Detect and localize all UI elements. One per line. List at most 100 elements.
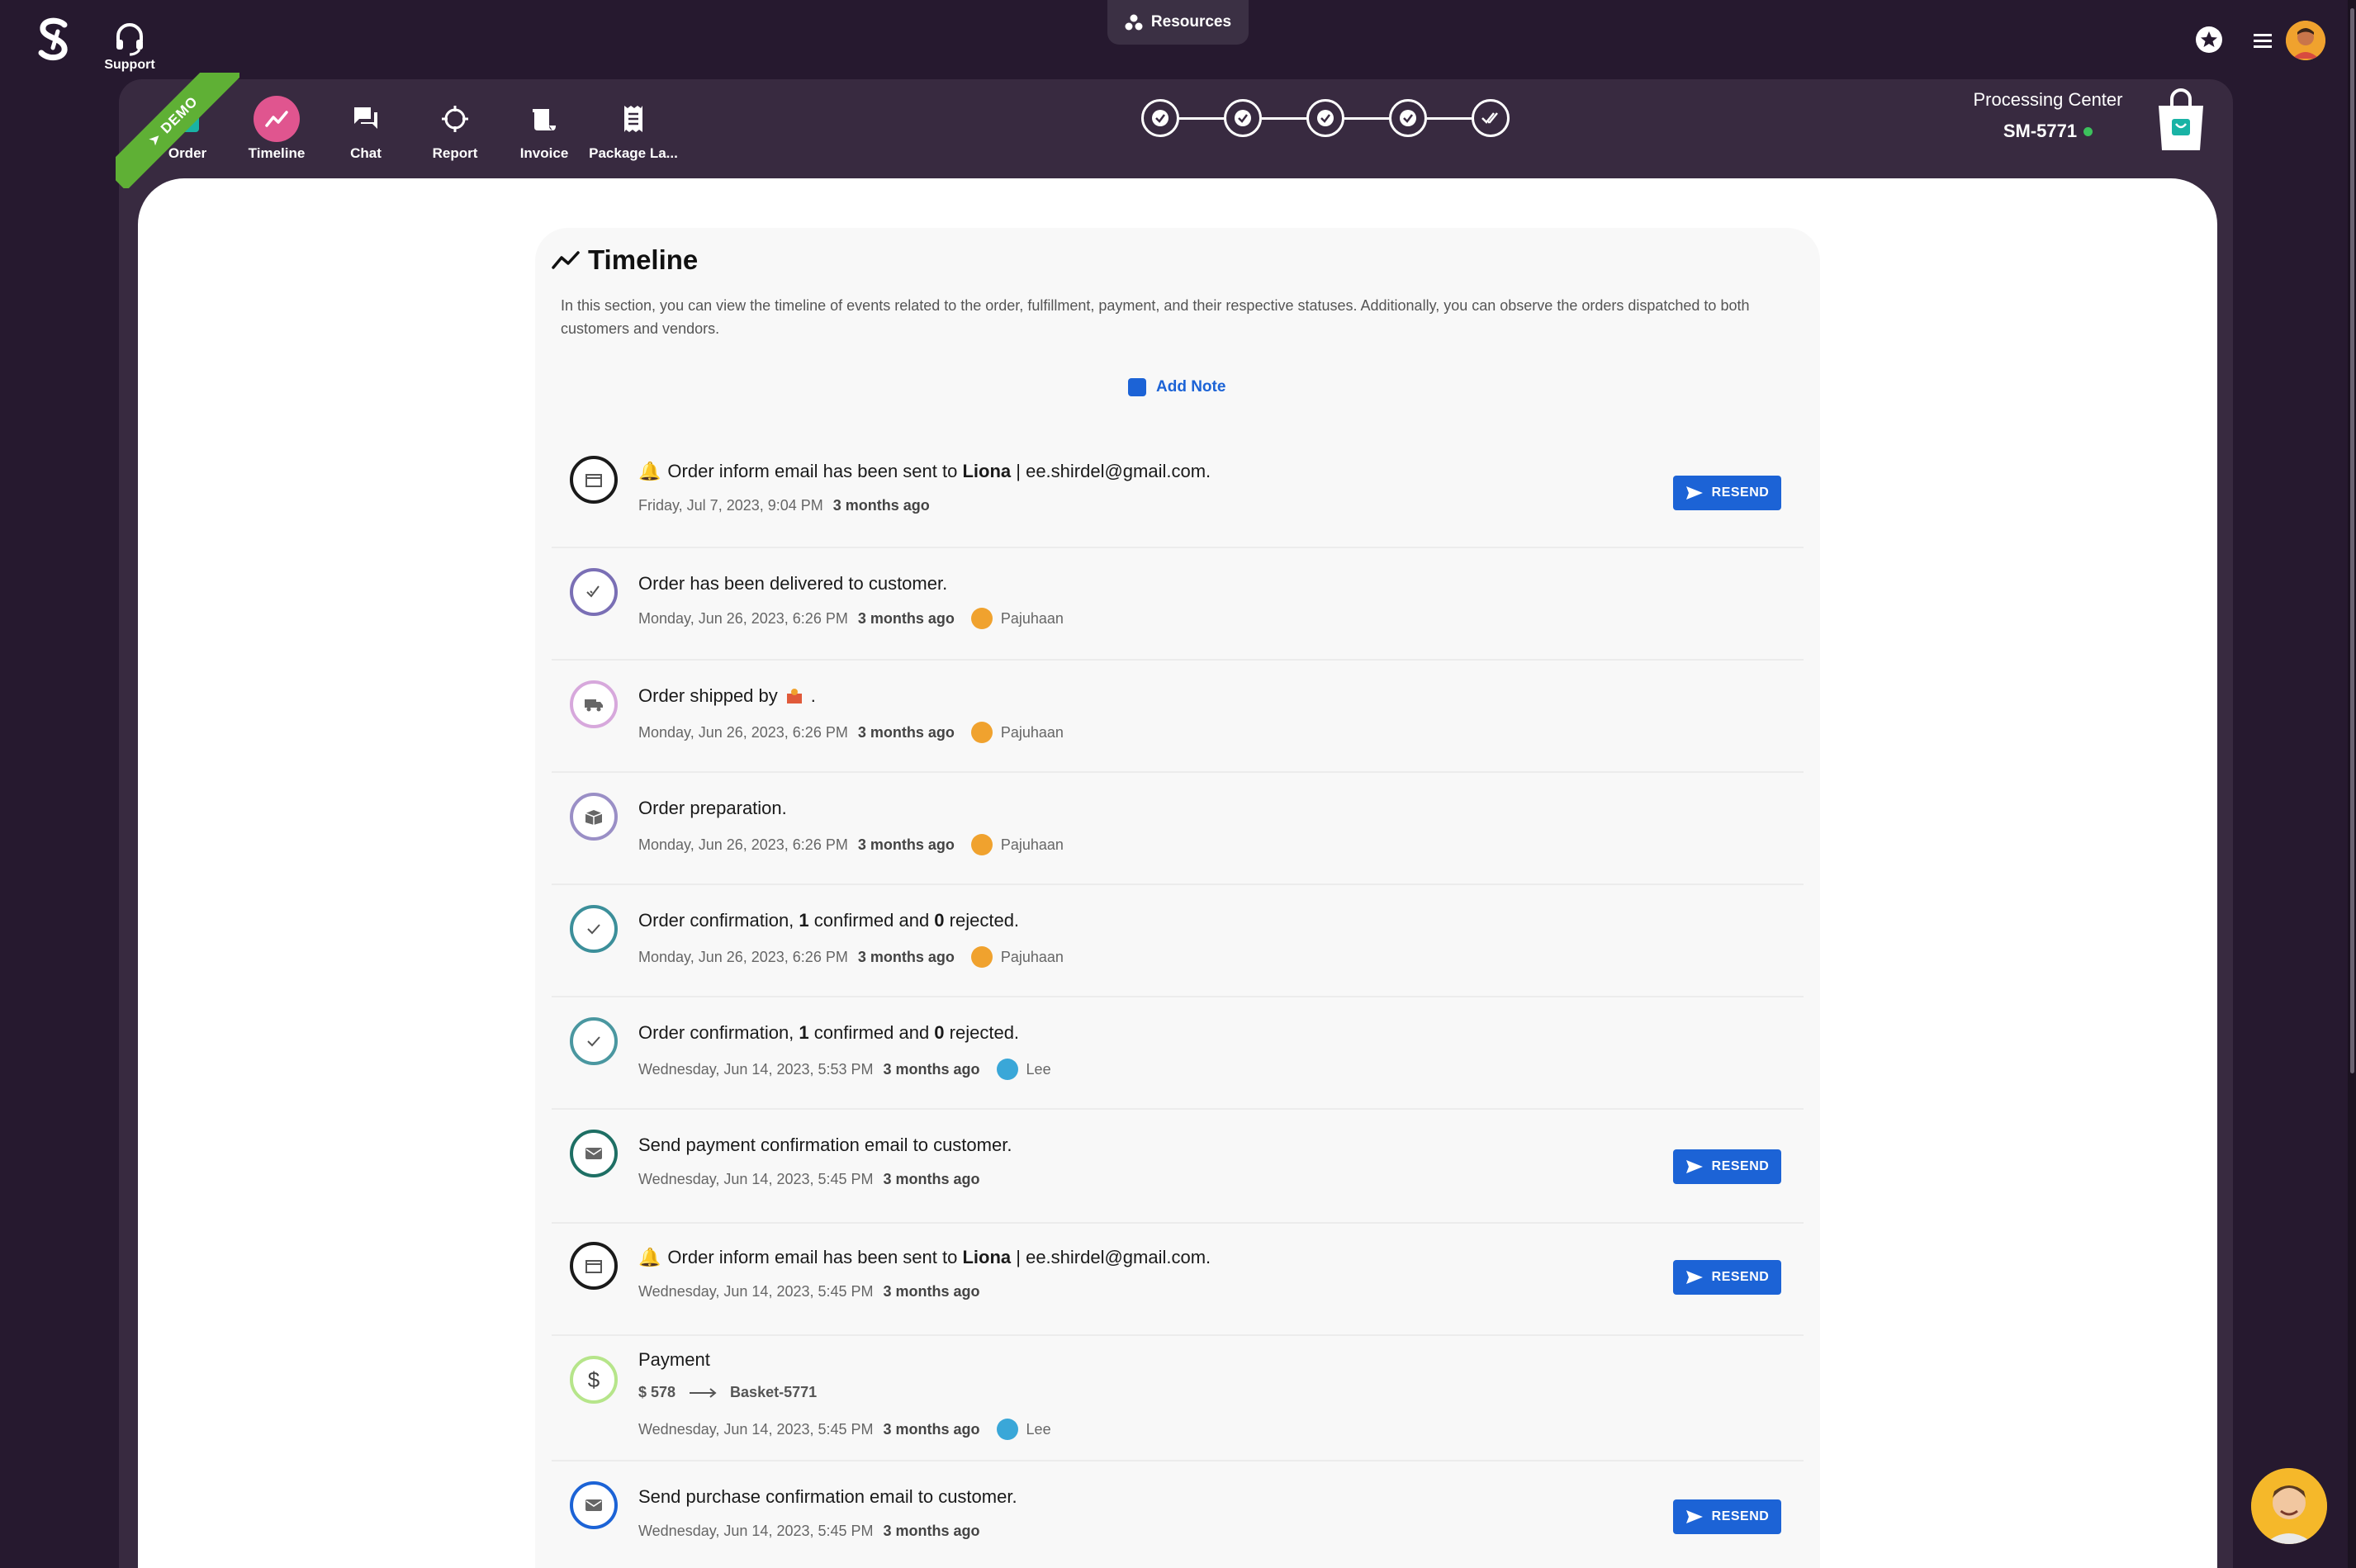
resend-button[interactable]: RESEND <box>1673 1260 1781 1295</box>
event-date: Friday, Jul 7, 2023, 9:04 PM <box>638 497 823 514</box>
resend-button[interactable]: RESEND <box>1673 1149 1781 1184</box>
timeline-event: $ Payment $ 578 Basket-5771 Wednesday, J… <box>552 1336 1804 1461</box>
event-meta: Monday, Jun 26, 2023, 6:26 PM 3 months a… <box>638 946 1064 968</box>
headset-icon <box>111 20 148 56</box>
scrollbar-thumb[interactable] <box>2350 8 2354 1073</box>
truck-icon <box>570 680 618 728</box>
event-relative-time: 3 months ago <box>883 1283 980 1300</box>
note-icon <box>1128 378 1146 396</box>
resources-icon <box>1125 14 1143 31</box>
event-meta: Friday, Jul 7, 2023, 9:04 PM 3 months ag… <box>638 497 930 514</box>
event-title: Order preparation. <box>638 798 787 818</box>
courier-icon <box>785 687 804 705</box>
app-logo[interactable] <box>33 17 74 63</box>
support-agent-avatar[interactable] <box>2251 1468 2327 1544</box>
event-title: Payment <box>638 1349 710 1370</box>
user-avatar[interactable] <box>2286 21 2325 60</box>
event-meta: Wednesday, Jun 14, 2023, 5:53 PM 3 month… <box>638 1059 1051 1080</box>
event-date: Wednesday, Jun 14, 2023, 5:45 PM <box>638 1420 874 1438</box>
check-icon <box>570 905 618 953</box>
event-meta: Monday, Jun 26, 2023, 6:26 PM 3 months a… <box>638 722 1064 743</box>
bell-icon: 🔔 <box>638 461 661 481</box>
step-connector <box>1262 116 1306 120</box>
demo-ribbon: ➤ DEMO <box>116 73 239 188</box>
order-progress-stepper <box>1141 97 1510 139</box>
timeline-description: In this section, you can view the timeli… <box>561 297 1750 337</box>
user-avatar-pajuhaan <box>970 722 993 743</box>
tab-package-label[interactable]: Package La... <box>588 96 679 162</box>
event-title: Order has been delivered to customer. <box>638 573 948 594</box>
step-1-check-icon <box>1141 99 1179 137</box>
user-avatar-pajuhaan <box>970 834 993 855</box>
timeline-event: Order preparation. Monday, Jun 26, 2023,… <box>552 773 1804 885</box>
step-connector <box>1427 116 1472 120</box>
store-icon <box>570 456 618 504</box>
resources-button[interactable]: Resources <box>1107 0 1249 45</box>
event-title: Order shipped by . <box>638 685 816 706</box>
tab-timeline[interactable]: Timeline <box>231 96 322 162</box>
timeline-event: 🔔 Order inform email has been sent to Li… <box>552 438 1804 548</box>
event-title: 🔔 Order inform email has been sent to Li… <box>638 461 1211 481</box>
timeline-event: Order confirmation, 1 confirmed and 0 re… <box>552 885 1804 997</box>
bell-icon: 🔔 <box>638 1247 661 1267</box>
receipt-icon <box>610 96 657 142</box>
tab-timeline-label: Timeline <box>248 145 306 161</box>
chat-icon <box>343 96 389 142</box>
event-user: Lee <box>1026 1060 1051 1078</box>
timeline-event: Send purchase confirmation email to cust… <box>552 1461 1804 1568</box>
event-meta: Wednesday, Jun 14, 2023, 5:45 PM 3 month… <box>638 1171 980 1188</box>
event-relative-time: 3 months ago <box>883 1523 980 1539</box>
event-relative-time: 3 months ago <box>832 497 930 514</box>
event-user: Pajuhaan <box>1000 723 1064 741</box>
timeline-icon <box>254 96 300 142</box>
event-meta: Monday, Jun 26, 2023, 6:26 PM 3 months a… <box>638 608 1064 629</box>
event-meta: Wednesday, Jun 14, 2023, 5:45 PM 3 month… <box>638 1283 980 1300</box>
step-3-check-icon <box>1306 99 1344 137</box>
add-note-label: Add Note <box>1156 378 1226 396</box>
demo-label: DEMO <box>157 92 201 137</box>
tab-chat[interactable]: Chat <box>320 96 411 162</box>
email-icon <box>570 1130 618 1177</box>
event-meta: Wednesday, Jun 14, 2023, 5:45 PM 3 month… <box>638 1419 1051 1440</box>
send-icon <box>1685 486 1704 500</box>
payment-amount: $ 578 <box>638 1384 676 1400</box>
processing-center-title: Processing Center <box>1973 89 2123 110</box>
timeline-title: Timeline <box>588 244 699 275</box>
send-icon <box>1685 1270 1704 1285</box>
event-relative-time: 3 months ago <box>857 836 955 853</box>
invoice-icon <box>521 96 567 142</box>
order-id: SM-5771 <box>2003 121 2078 141</box>
demo-arrow-icon: ➤ <box>145 129 166 149</box>
tab-report[interactable]: Report <box>410 96 500 162</box>
resend-button[interactable]: RESEND <box>1673 476 1781 510</box>
step-5-double-check-icon <box>1472 99 1510 137</box>
send-icon <box>1685 1159 1704 1174</box>
dollar-icon: $ <box>570 1356 618 1404</box>
event-relative-time: 3 months ago <box>857 723 955 741</box>
event-relative-time: 3 months ago <box>857 609 955 627</box>
online-status-dot <box>2083 126 2093 136</box>
user-avatar-pajuhaan <box>970 608 993 629</box>
event-date: Monday, Jun 26, 2023, 6:26 PM <box>638 948 848 965</box>
event-title: Send payment confirmation email to custo… <box>638 1135 1012 1155</box>
support-button[interactable]: Support <box>102 20 157 73</box>
event-date: Monday, Jun 26, 2023, 6:26 PM <box>638 609 848 627</box>
event-title: Order confirmation, 1 confirmed and 0 re… <box>638 910 1020 931</box>
timeline-event: 🔔 Order inform email has been sent to Li… <box>552 1224 1804 1336</box>
tab-invoice[interactable]: Invoice <box>499 96 590 162</box>
event-meta: Monday, Jun 26, 2023, 6:26 PM 3 months a… <box>638 834 1064 855</box>
favorites-star-icon[interactable] <box>2194 25 2224 54</box>
event-relative-time: 3 months ago <box>883 1420 980 1438</box>
tab-report-label: Report <box>432 145 478 161</box>
timeline-event: Order shipped by . Monday, Jun 26, 2023,… <box>552 661 1804 773</box>
add-note-button[interactable]: Add Note <box>1128 378 1225 396</box>
arrow-right-icon <box>689 1387 717 1398</box>
package-box-icon <box>570 793 618 841</box>
resend-button[interactable]: RESEND <box>1673 1499 1781 1534</box>
hamburger-menu-icon[interactable] <box>2252 30 2275 51</box>
timeline-heading: Timeline <box>552 244 698 276</box>
event-date: Monday, Jun 26, 2023, 6:26 PM <box>638 836 848 853</box>
event-meta: Wednesday, Jun 14, 2023, 5:45 PM 3 month… <box>638 1523 980 1540</box>
event-title: Send purchase confirmation email to cust… <box>638 1486 1017 1507</box>
event-relative-time: 3 months ago <box>883 1060 980 1078</box>
